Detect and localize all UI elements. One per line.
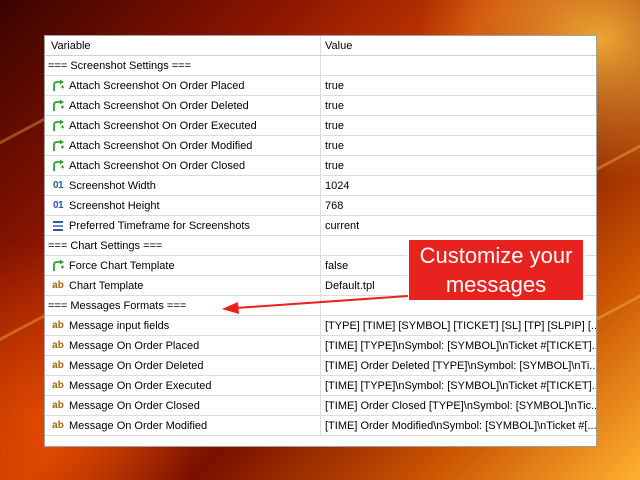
table-row[interactable]: ab Message On Order Closed [TIME] Order Cl… [45,396,596,416]
variable-cell: ab Message On Order Modified [45,416,321,436]
callout-line-2: messages [445,272,547,297]
variable-name: Screenshot Height [69,199,160,212]
value-cell[interactable]: [TYPE] [TIME] [SYMBOL] [TICKET] [SL] [TP… [321,316,596,336]
string-icon: ab [52,400,64,411]
value-cell[interactable]: true [321,76,596,96]
table-row[interactable]: 01 Screenshot Height 768 [45,196,596,216]
value-cell[interactable]: true [321,116,596,136]
variable-name: Attach Screenshot On Order Closed [69,159,246,172]
toggle-arrow-icon [51,139,65,153]
column-header-value[interactable]: Value [321,36,596,56]
variable-name: Message input fields [69,319,170,332]
variable-cell: ab Message On Order Executed [45,376,321,396]
variable-name: Message On Order Deleted [69,359,204,372]
variable-name: === Chart Settings === [48,239,163,252]
variable-cell: Attach Screenshot On Order Modified [45,136,321,156]
table-row[interactable]: ab Message On Order Modified [TIME] Order … [45,416,596,436]
value-cell[interactable]: true [321,156,596,176]
table-row[interactable]: Attach Screenshot On Order Executed true [45,116,596,136]
table-row[interactable]: Attach Screenshot On Order Closed true [45,156,596,176]
variable-name: Message On Order Closed [69,399,200,412]
variable-cell: === Screenshot Settings === [45,56,321,76]
variable-cell: ab Message input fields [45,316,321,336]
value-cell[interactable]: [TIME] Order Modified\nSymbol: [SYMBOL]\… [321,416,596,436]
variable-name: Screenshot Width [69,179,156,192]
variable-name: Force Chart Template [69,259,175,272]
table-row[interactable]: Attach Screenshot On Order Modified true [45,136,596,156]
table-row[interactable]: ab Message On Order Executed [TIME] [TYPE]… [45,376,596,396]
variable-cell: Force Chart Template [45,256,321,276]
variable-name: Preferred Timeframe for Screenshots [69,219,250,232]
table-row[interactable]: ab Message On Order Deleted [TIME] Order D… [45,356,596,376]
toggle-arrow-icon [51,119,65,133]
toggle-arrow-icon [51,79,65,93]
variable-name: Attach Screenshot On Order Placed [69,79,245,92]
variable-cell: === Chart Settings === [45,236,321,256]
variable-cell: 01 Screenshot Width [45,176,321,196]
variable-name: Attach Screenshot On Order Executed [69,119,257,132]
variable-name: Message On Order Placed [69,339,200,352]
variable-cell: ab Message On Order Placed [45,336,321,356]
value-cell[interactable]: [TIME] [TYPE]\nSymbol: [SYMBOL]\nTicket … [321,336,596,356]
table-row[interactable]: ab Message On Order Placed [TIME] [TYPE]\n… [45,336,596,356]
table-row[interactable]: Attach Screenshot On Order Deleted true [45,96,596,116]
value-cell[interactable]: [TIME] Order Closed [TYPE]\nSymbol: [SYM… [321,396,596,416]
variable-cell: Attach Screenshot On Order Executed [45,116,321,136]
toggle-arrow-icon [51,99,65,113]
variable-cell: ab Chart Template [45,276,321,296]
value-cell [321,56,596,76]
variable-cell: ab Message On Order Deleted [45,356,321,376]
section-row[interactable]: === Screenshot Settings === [45,56,596,76]
variable-name: Attach Screenshot On Order Modified [69,139,253,152]
callout-line-1: Customize your [419,243,573,268]
variable-cell: 01 Screenshot Height [45,196,321,216]
variable-cell: ab Message On Order Closed [45,396,321,416]
string-icon: ab [52,380,64,391]
variable-name: Attach Screenshot On Order Deleted [69,99,249,112]
table-row[interactable]: 01 Screenshot Width 1024 [45,176,596,196]
variable-cell: Attach Screenshot On Order Closed [45,156,321,176]
string-icon: ab [52,340,64,351]
value-cell[interactable]: current [321,216,596,236]
variable-cell: Preferred Timeframe for Screenshots [45,216,321,236]
value-cell[interactable]: 768 [321,196,596,216]
toggle-arrow-icon [51,259,65,273]
integer-icon: 01 [52,180,64,191]
variable-name: Message On Order Modified [69,419,208,432]
variable-cell: Attach Screenshot On Order Deleted [45,96,321,116]
integer-icon: 01 [52,200,64,211]
variable-name: Message On Order Executed [69,379,212,392]
table-row[interactable]: ab Message input fields [TYPE] [TIME] [SYM… [45,316,596,336]
table-row[interactable]: Attach Screenshot On Order Placed true [45,76,596,96]
string-icon: ab [52,420,64,431]
value-cell[interactable]: [TIME] Order Deleted [TYPE]\nSymbol: [SY… [321,356,596,376]
variable-name: === Messages Formats === [48,299,187,312]
variable-cell: === Messages Formats === [45,296,321,316]
table-header: Variable Value [45,36,596,56]
table-row[interactable]: Preferred Timeframe for Screenshots curre… [45,216,596,236]
variable-name: === Screenshot Settings === [48,59,192,72]
string-icon: ab [52,320,64,331]
callout-banner: Customize your messages [407,238,585,302]
column-header-variable[interactable]: Variable [45,36,321,56]
variable-name: Chart Template [69,279,144,292]
string-icon: ab [52,280,64,291]
string-icon: ab [52,360,64,371]
value-cell[interactable]: true [321,136,596,156]
value-cell[interactable]: true [321,96,596,116]
value-cell[interactable]: 1024 [321,176,596,196]
variable-cell: Attach Screenshot On Order Placed [45,76,321,96]
value-cell[interactable]: [TIME] [TYPE]\nSymbol: [SYMBOL]\nTicket … [321,376,596,396]
list-icon [51,219,65,233]
toggle-arrow-icon [51,159,65,173]
